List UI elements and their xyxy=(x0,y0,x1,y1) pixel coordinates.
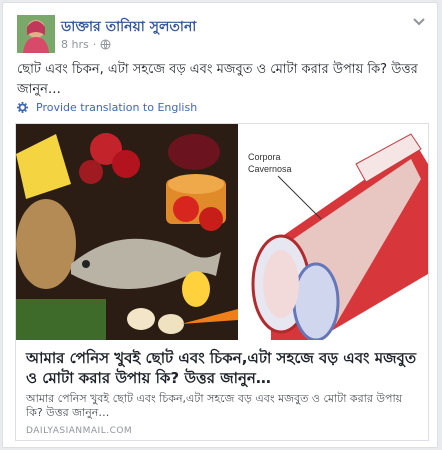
anatomy-label-2: Cavernosa xyxy=(248,164,292,174)
avatar-image xyxy=(17,15,55,53)
link-preview-image: Corpora Cavernosa xyxy=(16,124,428,340)
link-domain: DAILYASIANMAIL.COM xyxy=(26,426,133,436)
post-card: ডাক্তার তানিয়া সুলতানা 8 hrs · ছোট এবং … xyxy=(2,2,438,448)
post-time[interactable]: 8 hrs xyxy=(61,38,89,51)
translate-label: Provide translation to English xyxy=(36,101,198,114)
globe-icon[interactable] xyxy=(100,39,111,50)
link-description: আমার পেনিস খুবই ছোট এবং চিকন,এটা সহজে বড… xyxy=(26,392,403,419)
post-options-chevron-icon[interactable] xyxy=(411,15,427,29)
author-name[interactable]: ডাক্তার তানিয়া সুলতানা xyxy=(61,15,196,39)
link-title[interactable]: আমার পেনিস খুবই ছোট এবং চিকন,এটা সহজে বড… xyxy=(26,348,418,388)
post-text: ছোট এবং চিকন, এটা সহজে বড় এবং মজবুত ও ম… xyxy=(17,62,418,97)
anatomy-label: Corpora xyxy=(248,152,281,162)
post-meta: 8 hrs · xyxy=(61,38,111,51)
link-preview[interactable]: Corpora Cavernosa আমার পেনিস খুবই ছোট এব… xyxy=(15,123,429,441)
translate-link[interactable]: Provide translation to English xyxy=(17,101,197,114)
gear-icon xyxy=(17,102,28,113)
author-avatar[interactable] xyxy=(17,15,55,53)
link-preview-text: আমার পেনিস খুবই ছোট এবং চিকন,এটা সহজে বড… xyxy=(16,340,428,440)
